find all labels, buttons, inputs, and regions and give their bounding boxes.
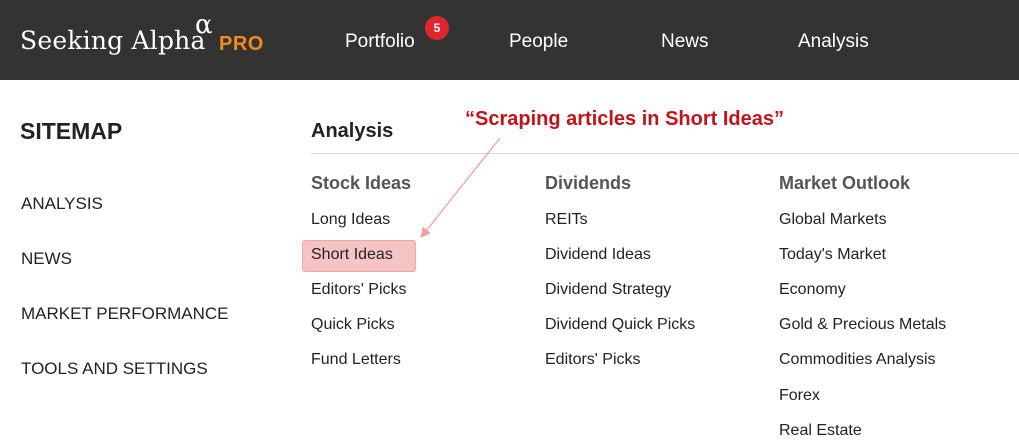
link-forex[interactable]: Forex xyxy=(779,387,820,405)
link-real-estate[interactable]: Real Estate xyxy=(779,422,862,440)
link-fund-letters[interactable]: Fund Letters xyxy=(311,351,401,369)
link-commodities-analysis[interactable]: Commodities Analysis xyxy=(779,351,936,369)
link-gold-precious-metals[interactable]: Gold & Precious Metals xyxy=(779,316,946,334)
column-header-stock-ideas: Stock Ideas xyxy=(311,173,412,193)
link-dividend-ideas[interactable]: Dividend Ideas xyxy=(545,246,651,264)
link-quick-picks[interactable]: Quick Picks xyxy=(311,316,395,334)
link-editors-picks[interactable]: Editors' Picks xyxy=(311,281,407,299)
link-global-markets[interactable]: Global Markets xyxy=(779,211,887,229)
column-header-market-outlook: Market Outlook xyxy=(779,173,911,193)
link-economy[interactable]: Economy xyxy=(779,281,846,299)
link-dividend-editors-picks[interactable]: Editors' Picks xyxy=(545,351,641,369)
link-short-ideas[interactable]: Short Ideas xyxy=(311,246,393,264)
link-reits[interactable]: REITs xyxy=(545,211,588,229)
link-dividend-quick-picks[interactable]: Dividend Quick Picks xyxy=(545,316,695,334)
column-header-dividends: Dividends xyxy=(545,173,632,193)
link-dividend-strategy[interactable]: Dividend Strategy xyxy=(545,281,671,299)
link-long-ideas[interactable]: Long Ideas xyxy=(311,211,390,229)
link-todays-market[interactable]: Today's Market xyxy=(779,246,886,264)
